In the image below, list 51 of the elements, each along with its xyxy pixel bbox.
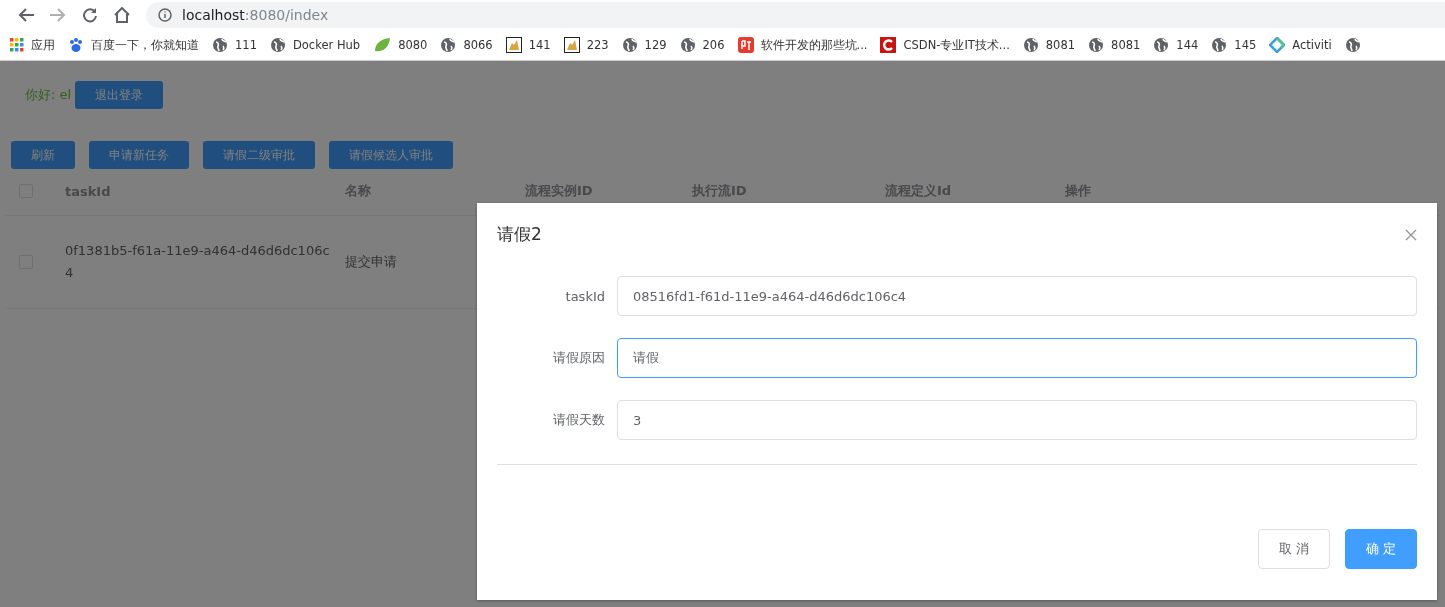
bookmark[interactable]: 8081 xyxy=(1022,37,1076,53)
apps-grid-icon xyxy=(10,38,24,52)
bookmark[interactable]: CSDN-专业IT技术... xyxy=(880,37,1010,53)
table-cell-text: 提交申请 xyxy=(345,253,398,271)
bookmark[interactable]: 144 xyxy=(1153,37,1199,53)
bookmark[interactable]: 软件开发的那些坑... xyxy=(737,37,868,53)
ting-icon xyxy=(737,37,754,53)
field-label: 请假天数 xyxy=(552,411,606,429)
diamond-icon xyxy=(1269,37,1286,53)
bookmark[interactable]: 百度一下，你就知道 xyxy=(68,37,199,53)
leaf-icon xyxy=(373,37,392,53)
bookmark[interactable]: 应用 xyxy=(10,37,55,53)
field-label: taskId xyxy=(564,288,606,304)
globe-icon xyxy=(679,37,696,53)
globe-icon xyxy=(440,37,457,53)
globe-icon xyxy=(212,37,228,53)
bookmark[interactable]: 141 xyxy=(505,37,551,53)
reload-icon[interactable] xyxy=(82,7,98,23)
globe-icon xyxy=(269,37,286,53)
dialog-title: 请假2 xyxy=(497,223,542,246)
bookmark[interactable]: 8066 xyxy=(440,37,493,53)
home-icon[interactable] xyxy=(113,7,131,23)
bookmark[interactable]: 8080 xyxy=(373,37,428,53)
greeting-text: 你好: el xyxy=(25,86,72,104)
globe-icon xyxy=(1344,37,1361,53)
info-icon[interactable] xyxy=(158,8,172,22)
paw-icon xyxy=(68,37,84,53)
bookmark[interactable]: 129 xyxy=(621,37,667,53)
bookmark[interactable]: 111 xyxy=(212,37,257,53)
globe-icon xyxy=(1088,37,1105,53)
bookmark[interactable]: Activiti xyxy=(1269,37,1332,53)
table-cell-text: 0f1381b5-f61a-11e9-a464-d46d6dc106c4 xyxy=(65,242,331,282)
back-icon[interactable] xyxy=(17,7,35,23)
input-field[interactable]: 请假 xyxy=(617,338,1417,378)
bookmark[interactable]: 223 xyxy=(563,37,609,53)
globe-icon xyxy=(1022,37,1039,53)
close-icon[interactable] xyxy=(1405,228,1417,241)
input-field[interactable]: 08516fd1-f61d-11e9-a464-d46d6dc106c4 xyxy=(617,276,1417,316)
input-field[interactable]: 3 xyxy=(617,400,1417,440)
bookmark[interactable]: 206 xyxy=(679,37,725,53)
url-text: localhost:8080/index xyxy=(182,7,329,23)
address-bar[interactable]: localhost:8080/index xyxy=(146,2,1445,28)
field-label: 请假原因 xyxy=(552,349,606,367)
cancel-button[interactable]: 取 消 xyxy=(1257,529,1330,569)
bookmark[interactable]: 145 xyxy=(1211,37,1257,53)
globe-icon xyxy=(621,37,638,53)
csdn-logo-icon xyxy=(880,37,897,53)
globe-icon xyxy=(1211,37,1228,53)
bookmark[interactable]: 8081 xyxy=(1088,37,1141,53)
globe-icon xyxy=(1153,37,1170,53)
bookmark[interactable]: Docker Hub xyxy=(269,37,361,53)
